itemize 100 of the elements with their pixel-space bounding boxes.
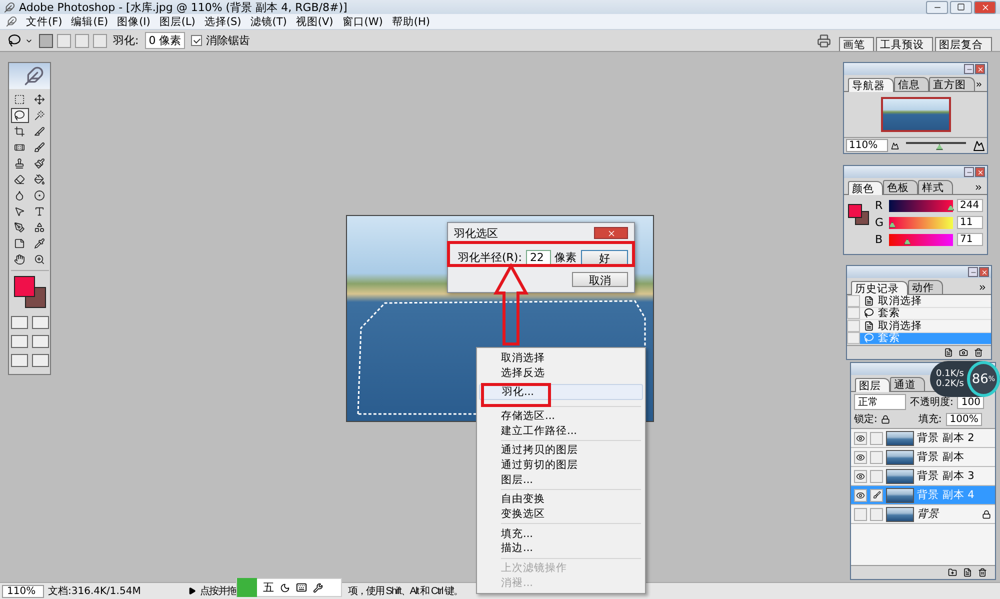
standard-mode-button[interactable]: [10, 316, 28, 329]
palette-tab[interactable]: 图层: [855, 378, 890, 392]
fill-field[interactable]: 100%: [946, 412, 982, 426]
minimize-button[interactable]: [964, 64, 974, 74]
palette-well-tab[interactable]: 画笔: [839, 36, 874, 50]
minimize-button[interactable]: [926, 0, 948, 14]
visibility-toggle[interactable]: [854, 488, 867, 502]
channel-slider[interactable]: [889, 216, 953, 228]
menu-item[interactable]: 编辑(E): [71, 14, 108, 28]
palette-menu-icon[interactable]: [974, 182, 983, 192]
menu-item[interactable]: 存储选区...: [479, 408, 643, 424]
menu-item[interactable]: 滤镜(T): [250, 14, 287, 28]
folder-icon[interactable]: [948, 568, 957, 577]
menu-item[interactable]: 图层...: [479, 472, 643, 488]
palette-tab[interactable]: 信息: [894, 77, 929, 91]
layer-row[interactable]: 背景 副本: [851, 448, 995, 467]
menu-item[interactable]: 变换选区: [479, 506, 643, 522]
input-mode[interactable]: 五: [263, 580, 274, 595]
slider-thumb[interactable]: [888, 222, 896, 228]
menu-item[interactable]: 文件(F): [26, 14, 62, 28]
link-cell[interactable]: [870, 432, 883, 444]
screen-mode-button[interactable]: [32, 335, 48, 348]
palette-tab[interactable]: 动作: [908, 280, 943, 294]
link-cell[interactable]: [870, 508, 883, 520]
menu-item[interactable]: 建立工作路径...: [479, 423, 643, 438]
close-button[interactable]: [975, 167, 985, 177]
menu-item[interactable]: 帮助(H): [392, 14, 430, 28]
link-cell[interactable]: [870, 488, 883, 502]
palette-tab[interactable]: 导航器: [848, 78, 894, 92]
link-cell[interactable]: [870, 470, 883, 482]
trash-icon[interactable]: [974, 348, 983, 357]
printer-icon[interactable]: [817, 34, 831, 48]
menu-item[interactable]: 通过拷贝的图层: [479, 443, 643, 458]
channel-slider[interactable]: [889, 200, 953, 212]
visibility-toggle[interactable]: [854, 432, 867, 444]
palette-tab[interactable]: 历史记录: [851, 281, 908, 295]
palette-tab[interactable]: 样式: [918, 180, 953, 194]
slider-thumb[interactable]: [947, 204, 954, 210]
lock-icon[interactable]: [881, 414, 890, 424]
menu-item[interactable]: 取消选择: [479, 351, 643, 366]
jump-button[interactable]: [32, 354, 48, 367]
menu-item[interactable]: 通过剪切的图层: [479, 458, 643, 472]
close-button[interactable]: [975, 64, 985, 74]
foreground-color-swatch[interactable]: [14, 276, 34, 297]
history-item[interactable]: 套索: [847, 308, 991, 320]
menu-item[interactable]: 图层(L): [159, 14, 196, 28]
play-icon[interactable]: [188, 587, 196, 595]
menu-item[interactable]: 选择(S): [204, 14, 242, 28]
layer-row[interactable]: 背景: [851, 505, 995, 524]
palette-menu-icon[interactable]: [978, 282, 987, 292]
layer-row[interactable]: 背景 副本 2: [851, 429, 995, 448]
visibility-toggle[interactable]: [854, 450, 867, 464]
jump-button[interactable]: [10, 354, 28, 367]
keyboard-icon[interactable]: [296, 582, 307, 593]
channel-slider[interactable]: [889, 234, 953, 246]
visibility-toggle[interactable]: [854, 470, 867, 482]
blend-mode-dropdown[interactable]: 正常: [854, 394, 906, 410]
palette-tab[interactable]: 通道: [890, 377, 925, 391]
menu-item[interactable]: 图像(I): [117, 14, 150, 28]
ok-button[interactable]: 好: [580, 250, 628, 265]
minimize-button[interactable]: [968, 267, 978, 277]
palette-menu-icon[interactable]: [975, 80, 983, 88]
foreground-color-swatch[interactable]: [848, 204, 862, 218]
zoom-field[interactable]: 110%: [846, 139, 888, 152]
history-item[interactable]: 取消选择: [847, 320, 991, 332]
tool-button[interactable]: [10, 108, 28, 123]
history-item[interactable]: 取消选择: [847, 295, 991, 308]
feather-field[interactable]: 0 像素: [144, 32, 186, 49]
moon-icon[interactable]: [280, 582, 290, 592]
background-color-swatch[interactable]: [24, 287, 46, 308]
antialias-checkbox[interactable]: [191, 35, 202, 46]
menu-item[interactable]: 选择反选: [479, 366, 643, 380]
slider-thumb[interactable]: [904, 238, 911, 244]
palette-tab[interactable]: 颜色: [848, 181, 883, 195]
menu-item[interactable]: 自由变换: [479, 492, 643, 507]
zoom-in-icon[interactable]: [973, 140, 985, 152]
slider-thumb[interactable]: [936, 144, 943, 150]
quick-mask-button[interactable]: [32, 316, 48, 329]
radius-field[interactable]: 22: [526, 250, 551, 265]
palette-tab[interactable]: 色板: [883, 180, 918, 194]
camera-icon[interactable]: [959, 348, 968, 357]
menu-item[interactable]: 羽化...: [479, 384, 643, 400]
menu-item[interactable]: 填充...: [479, 526, 643, 542]
layer-row[interactable]: 背景 副本 3: [851, 467, 995, 486]
visibility-toggle[interactable]: [854, 508, 867, 520]
link-cell[interactable]: [870, 450, 883, 464]
palette-well-tab[interactable]: 工具预设: [876, 36, 933, 50]
close-button[interactable]: [974, 0, 996, 14]
close-button[interactable]: [594, 227, 628, 239]
lasso-icon[interactable]: [8, 34, 21, 47]
zoom-field[interactable]: 110%: [2, 584, 44, 598]
menu-item[interactable]: 视图(V): [296, 14, 334, 28]
maximize-button[interactable]: [950, 0, 972, 14]
selection-mode-button[interactable]: [39, 34, 53, 48]
palette-tab[interactable]: 直方图: [929, 77, 975, 91]
minimize-button[interactable]: [964, 167, 974, 177]
channel-value[interactable]: 11: [957, 216, 983, 229]
trash-icon[interactable]: [978, 568, 987, 577]
screen-mode-button[interactable]: [10, 335, 28, 348]
cancel-button[interactable]: 取消: [572, 272, 628, 287]
